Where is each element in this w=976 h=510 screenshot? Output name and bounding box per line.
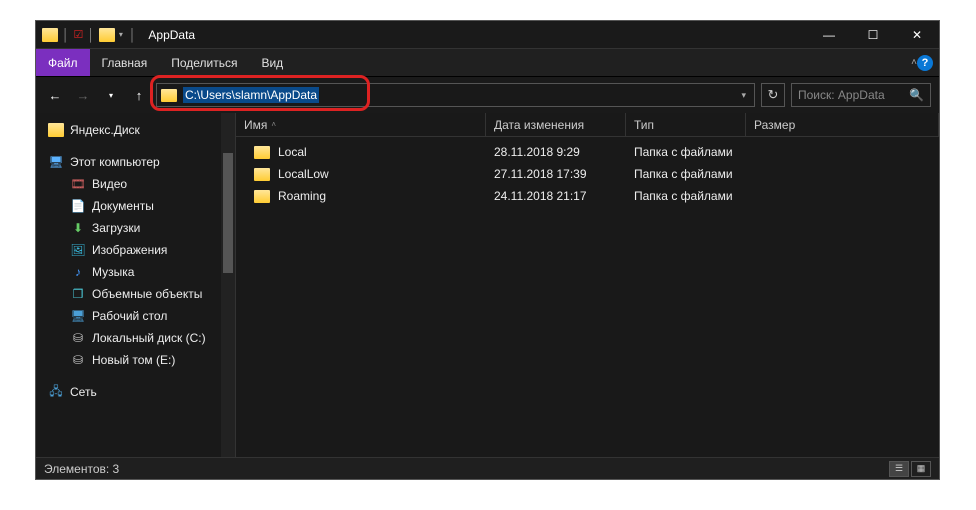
tree-item-downloads[interactable]: ⬇Загрузки xyxy=(36,217,235,239)
window-title: AppData xyxy=(148,28,195,42)
back-button[interactable]: ← xyxy=(44,84,66,106)
folder-icon xyxy=(48,123,64,137)
body: Яндекс.Диск 🖥Этот компьютер 🎞Видео 📄Доку… xyxy=(36,113,939,457)
tree-separator xyxy=(36,141,235,151)
search-placeholder: Поиск: AppData xyxy=(798,88,885,102)
monitor-icon: 🖥 xyxy=(48,155,64,169)
sort-indicator-icon: ˄ xyxy=(271,120,276,129)
refresh-button[interactable]: ↻ xyxy=(761,83,785,107)
address-path[interactable]: C:\Users\slamn\AppData xyxy=(183,87,319,103)
file-list: Имя˄ Дата изменения Тип Размер Local 28.… xyxy=(236,113,939,457)
tree-item-network[interactable]: 🖧Сеть xyxy=(36,381,235,403)
address-bar[interactable]: C:\Users\slamn\AppData ▾ xyxy=(156,83,755,107)
qat-dropdown-icon[interactable]: ▾ xyxy=(119,30,123,39)
file-row[interactable]: LocalLow 27.11.2018 17:39 Папка с файлам… xyxy=(236,163,939,185)
video-icon: 🎞 xyxy=(70,177,86,191)
folder-icon xyxy=(42,28,58,42)
tree-item-pictures[interactable]: 🖼Изображения xyxy=(36,239,235,261)
tab-view[interactable]: Вид xyxy=(249,49,295,76)
tree-item-3d-objects[interactable]: ❒Объемные объекты xyxy=(36,283,235,305)
maximize-button[interactable]: ☐ xyxy=(851,21,895,49)
checkbox-icon[interactable]: ☑ xyxy=(74,28,84,41)
tree-item-this-pc[interactable]: 🖥Этот компьютер xyxy=(36,151,235,173)
network-icon: 🖧 xyxy=(48,385,64,399)
tree-item-documents[interactable]: 📄Документы xyxy=(36,195,235,217)
up-button[interactable]: ↑ xyxy=(128,84,150,106)
tree-item-drive-c[interactable]: ⛁Локальный диск (C:) xyxy=(36,327,235,349)
divider-icon: │ xyxy=(62,28,70,42)
column-date[interactable]: Дата изменения xyxy=(486,113,626,136)
cube-icon: ❒ xyxy=(70,287,86,301)
tab-share[interactable]: Поделиться xyxy=(159,49,249,76)
explorer-window: │ ☑ │ ▾ │ AppData — ☐ ✕ Файл Главная Под… xyxy=(35,20,940,480)
folder-icon xyxy=(161,89,177,102)
close-button[interactable]: ✕ xyxy=(895,21,939,49)
folder-icon xyxy=(254,190,270,203)
ribbon-tabs: Файл Главная Поделиться Вид ˄ ? xyxy=(36,49,939,77)
scrollbar-thumb[interactable] xyxy=(223,153,233,273)
tree-item-drive-e[interactable]: ⛁Новый том (E:) xyxy=(36,349,235,371)
divider-icon: │ xyxy=(129,28,137,42)
download-icon: ⬇ xyxy=(70,221,86,235)
file-rows: Local 28.11.2018 9:29 Папка с файлами Lo… xyxy=(236,137,939,207)
status-bar: Элементов: 3 ☰ ▦ xyxy=(36,457,939,479)
tree-scrollbar[interactable] xyxy=(221,113,235,457)
tree-separator xyxy=(36,371,235,381)
quick-access-toolbar: │ ☑ │ ▾ │ xyxy=(42,28,138,42)
recent-dropdown-icon[interactable]: ▾ xyxy=(100,84,122,106)
drive-icon: ⛁ xyxy=(70,353,86,367)
minimize-button[interactable]: — xyxy=(807,21,851,49)
folder-icon xyxy=(99,28,115,42)
folder-icon xyxy=(254,146,270,159)
help-icon[interactable]: ? xyxy=(917,55,933,71)
picture-icon: 🖼 xyxy=(70,243,86,257)
column-size[interactable]: Размер xyxy=(746,113,939,136)
desktop-icon: 🖥 xyxy=(70,309,86,323)
view-details-button[interactable]: ☰ xyxy=(889,461,909,477)
item-count: Элементов: 3 xyxy=(44,462,119,476)
tree-item-music[interactable]: ♪Музыка xyxy=(36,261,235,283)
tab-file[interactable]: Файл xyxy=(36,49,90,76)
tree-item-video[interactable]: 🎞Видео xyxy=(36,173,235,195)
search-icon[interactable]: 🔍 xyxy=(909,88,924,102)
music-icon: ♪ xyxy=(70,265,86,279)
tree-item-desktop[interactable]: 🖥Рабочий стол xyxy=(36,305,235,327)
file-row[interactable]: Roaming 24.11.2018 21:17 Папка с файлами xyxy=(236,185,939,207)
drive-icon: ⛁ xyxy=(70,331,86,345)
tree-item-yandex-disk[interactable]: Яндекс.Диск xyxy=(36,119,235,141)
navigation-tree[interactable]: Яндекс.Диск 🖥Этот компьютер 🎞Видео 📄Доку… xyxy=(36,113,236,457)
address-dropdown-icon[interactable]: ▾ xyxy=(737,90,750,101)
column-headers: Имя˄ Дата изменения Тип Размер xyxy=(236,113,939,137)
navigation-bar: ← → ▾ ↑ C:\Users\slamn\AppData ▾ ↻ Поиск… xyxy=(36,77,939,113)
column-type[interactable]: Тип xyxy=(626,113,746,136)
tab-home[interactable]: Главная xyxy=(90,49,160,76)
titlebar: │ ☑ │ ▾ │ AppData — ☐ ✕ xyxy=(36,21,939,49)
folder-icon xyxy=(254,168,270,181)
forward-button[interactable]: → xyxy=(72,84,94,106)
divider-icon: │ xyxy=(87,28,95,42)
search-box[interactable]: Поиск: AppData 🔍 xyxy=(791,83,931,107)
file-row[interactable]: Local 28.11.2018 9:29 Папка с файлами xyxy=(236,141,939,163)
document-icon: 📄 xyxy=(70,199,86,213)
view-icons-button[interactable]: ▦ xyxy=(911,461,931,477)
column-name[interactable]: Имя˄ xyxy=(236,113,486,136)
